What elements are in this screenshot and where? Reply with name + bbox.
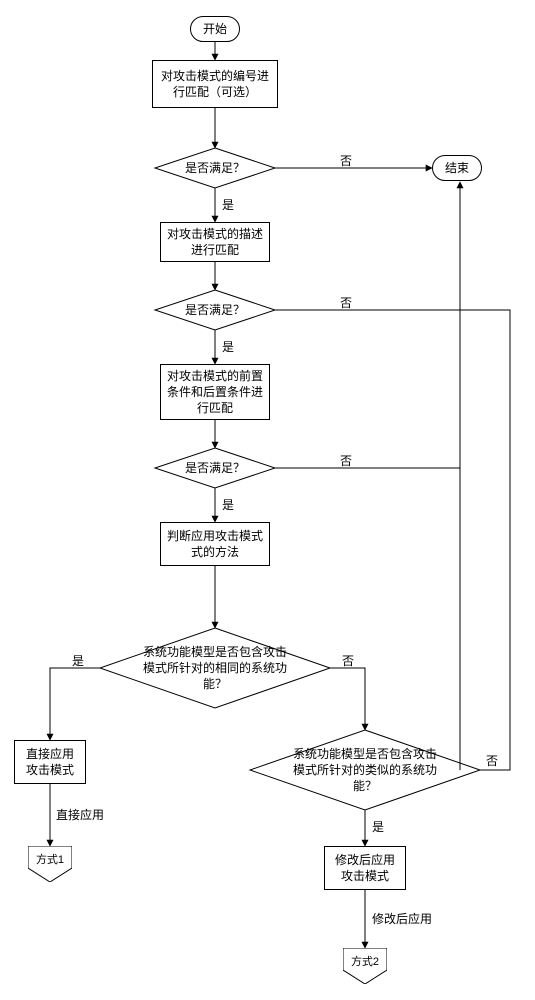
p6-label: 修改后应用 攻击模式: [335, 852, 395, 884]
flowchart-svg: [0, 0, 535, 1000]
edge-label-d3-no: 否: [340, 452, 352, 469]
process-p1: 对攻击模式的编号进行匹配（可选）: [152, 60, 278, 108]
d2-label: 是否满足？: [185, 302, 245, 318]
edge-label-d5-yes: 是: [372, 818, 384, 835]
d1-label: 是否满足？: [185, 160, 245, 176]
process-p3: 对攻击模式的前置条件和后置条件进行匹配: [160, 364, 270, 420]
decision-d3: 是否满足？: [160, 458, 270, 478]
decision-d5: 系统功能模型是否包含攻击模式所针对的类似的系统功能？: [282, 744, 448, 796]
process-p2: 对攻击模式的描述进行匹配: [160, 222, 270, 262]
p1-label: 对攻击模式的编号进行匹配（可选）: [159, 68, 271, 100]
edge-label-d3-yes: 是: [222, 496, 234, 513]
edge-label-d4-no: 否: [342, 652, 354, 669]
edge-label-d1-no: 否: [340, 152, 352, 169]
terminator-start: 开始: [190, 16, 240, 42]
p3-label: 对攻击模式的前置条件和后置条件进行匹配: [167, 368, 263, 417]
edge-label-d2-no: 否: [340, 294, 352, 311]
d4-label: 系统功能模型是否包含攻击模式所针对的相同的系统功能？: [138, 644, 292, 693]
process-p6: 修改后应用 攻击模式: [324, 846, 406, 890]
edge-d5-bus: [460, 310, 510, 770]
d3-label: 是否满足？: [185, 460, 245, 476]
edge-label-modified: 修改后应用: [372, 910, 432, 927]
decision-d1: 是否满足？: [160, 158, 270, 178]
p5-label: 直接应用攻击模式: [21, 746, 79, 778]
p2-label: 对攻击模式的描述进行匹配: [167, 226, 263, 258]
edge-d4-p5: [50, 668, 100, 740]
m2-label: 方式2: [343, 953, 387, 969]
edge-label-d1-yes: 是: [222, 196, 234, 213]
decision-d2: 是否满足？: [160, 300, 270, 320]
edge-label-d4-yes: 是: [72, 652, 84, 669]
process-p5: 直接应用攻击模式: [14, 740, 86, 784]
process-p4: 判断应用攻击模式式的方法: [160, 522, 270, 566]
edge-d4-d5: [330, 668, 365, 730]
end-label: 结束: [445, 160, 469, 176]
m1-label: 方式1: [28, 851, 72, 867]
d5-label: 系统功能模型是否包含攻击模式所针对的类似的系统功能？: [288, 746, 442, 795]
terminator-end: 结束: [432, 155, 482, 181]
offpage-m1: 方式1: [28, 846, 72, 882]
decision-d4: 系统功能模型是否包含攻击模式所针对的相同的系统功能？: [132, 642, 298, 694]
edge-label-direct: 直接应用: [56, 806, 104, 823]
p4-label: 判断应用攻击模式式的方法: [167, 528, 263, 560]
start-label: 开始: [203, 21, 227, 37]
edge-label-d5-no: 否: [486, 752, 498, 769]
offpage-m2: 方式2: [343, 948, 387, 984]
edge-label-d2-yes: 是: [222, 338, 234, 355]
